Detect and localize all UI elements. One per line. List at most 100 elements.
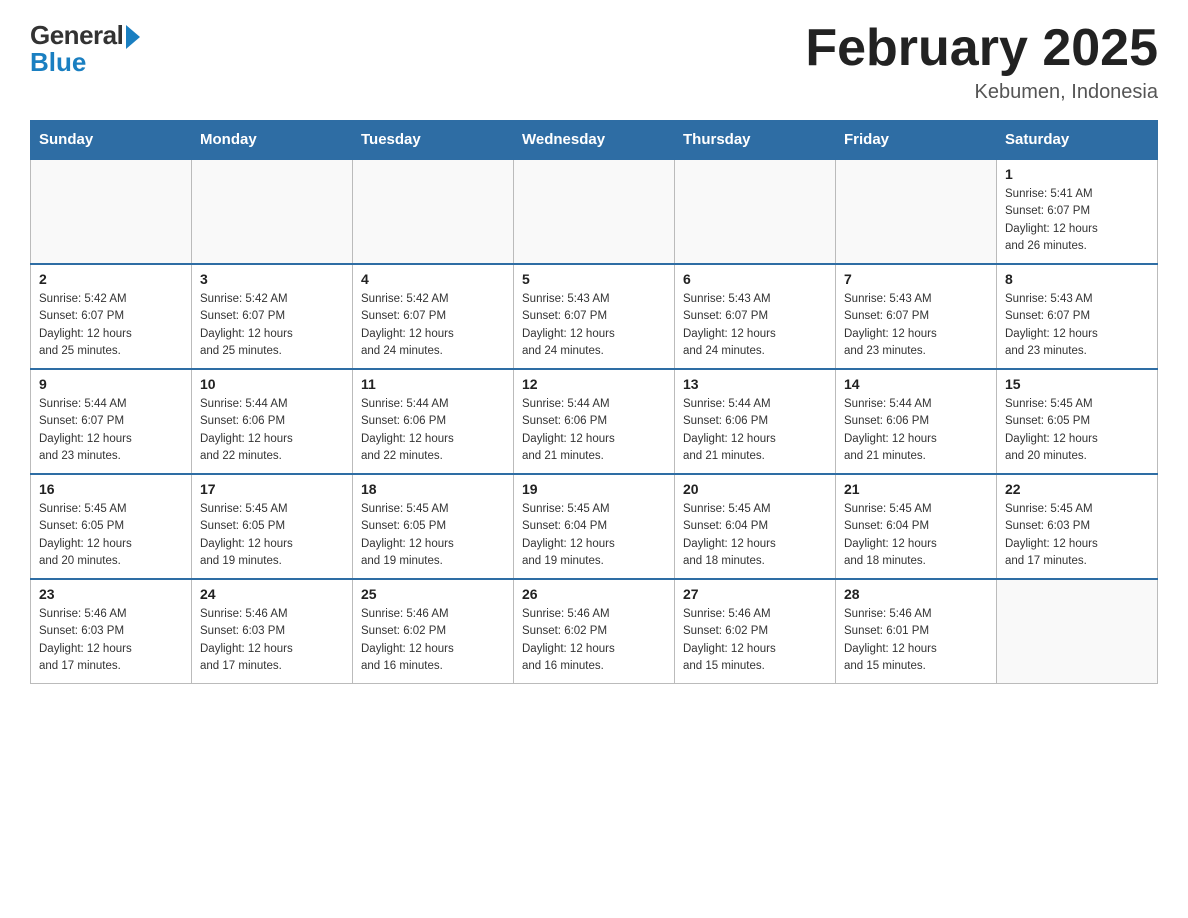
day-number: 16 (39, 481, 183, 497)
day-number: 21 (844, 481, 988, 497)
calendar-cell (675, 159, 836, 264)
calendar-cell (192, 159, 353, 264)
calendar-cell: 24 Sunrise: 5:46 AMSunset: 6:03 PMDayligh… (192, 579, 353, 684)
day-number: 20 (683, 481, 827, 497)
calendar-cell (836, 159, 997, 264)
day-info: Sunrise: 5:44 AMSunset: 6:06 PMDaylight:… (522, 396, 666, 465)
day-info: Sunrise: 5:45 AMSunset: 6:04 PMDaylight:… (844, 501, 988, 570)
calendar-cell: 18 Sunrise: 5:45 AMSunset: 6:05 PMDayligh… (353, 474, 514, 579)
calendar-cell: 7 Sunrise: 5:43 AMSunset: 6:07 PMDaylight… (836, 264, 997, 369)
weekday-header-tuesday: Tuesday (353, 121, 514, 160)
calendar-cell: 22 Sunrise: 5:45 AMSunset: 6:03 PMDayligh… (997, 474, 1158, 579)
calendar-cell: 25 Sunrise: 5:46 AMSunset: 6:02 PMDayligh… (353, 579, 514, 684)
calendar-header-row: SundayMondayTuesdayWednesdayThursdayFrid… (31, 121, 1158, 160)
day-number: 11 (361, 376, 505, 392)
page-header: General Blue February 2025 Kebumen, Indo… (30, 20, 1158, 104)
calendar-cell: 12Sunrise: 5:44 AMSunset: 6:06 PMDayligh… (514, 369, 675, 474)
day-number: 3 (200, 271, 344, 287)
day-number: 22 (1005, 481, 1149, 497)
calendar-cell (514, 159, 675, 264)
month-year-title: February 2025 (805, 20, 1158, 77)
weekday-header-wednesday: Wednesday (514, 121, 675, 160)
calendar-cell: 13 Sunrise: 5:44 AMSunset: 6:06 PMDayligh… (675, 369, 836, 474)
day-info: Sunrise: 5:46 AMSunset: 6:02 PMDaylight:… (683, 606, 827, 675)
day-number: 2 (39, 271, 183, 287)
calendar-cell: 19 Sunrise: 5:45 AMSunset: 6:04 PMDayligh… (514, 474, 675, 579)
calendar-cell (31, 159, 192, 264)
day-info: Sunrise: 5:44 AMSunset: 6:06 PMDaylight:… (361, 396, 505, 465)
calendar-cell: 6 Sunrise: 5:43 AMSunset: 6:07 PMDaylight… (675, 264, 836, 369)
calendar-cell: 15 Sunrise: 5:45 AMSunset: 6:05 PMDayligh… (997, 369, 1158, 474)
day-info: Sunrise: 5:46 AMSunset: 6:01 PMDaylight:… (844, 606, 988, 675)
day-number: 5 (522, 271, 666, 287)
calendar-week-row: 16 Sunrise: 5:45 AMSunset: 6:05 PMDayligh… (31, 474, 1158, 579)
weekday-header-thursday: Thursday (675, 121, 836, 160)
calendar-cell: 11 Sunrise: 5:44 AMSunset: 6:06 PMDayligh… (353, 369, 514, 474)
calendar-week-row: 23 Sunrise: 5:46 AMSunset: 6:03 PMDayligh… (31, 579, 1158, 684)
day-number: 18 (361, 481, 505, 497)
weekday-header-friday: Friday (836, 121, 997, 160)
calendar-cell (997, 579, 1158, 684)
day-info: Sunrise: 5:45 AMSunset: 6:05 PMDaylight:… (39, 501, 183, 570)
calendar-cell: 10Sunrise: 5:44 AMSunset: 6:06 PMDayligh… (192, 369, 353, 474)
calendar-cell: 5 Sunrise: 5:43 AMSunset: 6:07 PMDaylight… (514, 264, 675, 369)
calendar-table: SundayMondayTuesdayWednesdayThursdayFrid… (30, 120, 1158, 684)
calendar-cell: 23 Sunrise: 5:46 AMSunset: 6:03 PMDayligh… (31, 579, 192, 684)
calendar-cell: 28 Sunrise: 5:46 AMSunset: 6:01 PMDayligh… (836, 579, 997, 684)
day-number: 26 (522, 586, 666, 602)
day-info: Sunrise: 5:46 AMSunset: 6:03 PMDaylight:… (39, 606, 183, 675)
day-number: 13 (683, 376, 827, 392)
logo-arrow-icon (126, 25, 140, 49)
title-section: February 2025 Kebumen, Indonesia (805, 20, 1158, 104)
logo: General Blue (30, 20, 140, 78)
calendar-week-row: 9 Sunrise: 5:44 AMSunset: 6:07 PMDaylight… (31, 369, 1158, 474)
calendar-cell: 1 Sunrise: 5:41 AMSunset: 6:07 PMDaylight… (997, 159, 1158, 264)
calendar-cell: 3 Sunrise: 5:42 AMSunset: 6:07 PMDaylight… (192, 264, 353, 369)
calendar-cell: 2Sunrise: 5:42 AMSunset: 6:07 PMDaylight… (31, 264, 192, 369)
day-number: 1 (1005, 166, 1149, 182)
day-info: Sunrise: 5:46 AMSunset: 6:03 PMDaylight:… (200, 606, 344, 675)
day-info: Sunrise: 5:45 AMSunset: 6:05 PMDaylight:… (200, 501, 344, 570)
calendar-cell: 20 Sunrise: 5:45 AMSunset: 6:04 PMDayligh… (675, 474, 836, 579)
day-number: 28 (844, 586, 988, 602)
day-info: Sunrise: 5:43 AMSunset: 6:07 PMDaylight:… (683, 291, 827, 360)
calendar-cell (353, 159, 514, 264)
day-number: 10 (200, 376, 344, 392)
day-info: Sunrise: 5:43 AMSunset: 6:07 PMDaylight:… (522, 291, 666, 360)
location-subtitle: Kebumen, Indonesia (805, 81, 1158, 104)
day-info: Sunrise: 5:43 AMSunset: 6:07 PMDaylight:… (844, 291, 988, 360)
day-info: Sunrise: 5:45 AMSunset: 6:03 PMDaylight:… (1005, 501, 1149, 570)
day-info: Sunrise: 5:46 AMSunset: 6:02 PMDaylight:… (361, 606, 505, 675)
calendar-cell: 16 Sunrise: 5:45 AMSunset: 6:05 PMDayligh… (31, 474, 192, 579)
day-info: Sunrise: 5:41 AMSunset: 6:07 PMDaylight:… (1005, 186, 1149, 255)
day-info: Sunrise: 5:44 AMSunset: 6:07 PMDaylight:… (39, 396, 183, 465)
day-number: 4 (361, 271, 505, 287)
weekday-header-monday: Monday (192, 121, 353, 160)
day-info: Sunrise: 5:44 AMSunset: 6:06 PMDaylight:… (844, 396, 988, 465)
day-info: Sunrise: 5:45 AMSunset: 6:04 PMDaylight:… (683, 501, 827, 570)
calendar-cell: 8Sunrise: 5:43 AMSunset: 6:07 PMDaylight… (997, 264, 1158, 369)
weekday-header-saturday: Saturday (997, 121, 1158, 160)
day-number: 15 (1005, 376, 1149, 392)
day-number: 19 (522, 481, 666, 497)
day-number: 6 (683, 271, 827, 287)
day-number: 9 (39, 376, 183, 392)
day-number: 23 (39, 586, 183, 602)
day-info: Sunrise: 5:42 AMSunset: 6:07 PMDaylight:… (361, 291, 505, 360)
day-info: Sunrise: 5:42 AMSunset: 6:07 PMDaylight:… (200, 291, 344, 360)
day-number: 14 (844, 376, 988, 392)
day-info: Sunrise: 5:45 AMSunset: 6:05 PMDaylight:… (1005, 396, 1149, 465)
calendar-week-row: 1 Sunrise: 5:41 AMSunset: 6:07 PMDaylight… (31, 159, 1158, 264)
calendar-cell: 26 Sunrise: 5:46 AMSunset: 6:02 PMDayligh… (514, 579, 675, 684)
day-info: Sunrise: 5:45 AMSunset: 6:05 PMDaylight:… (361, 501, 505, 570)
calendar-cell: 17Sunrise: 5:45 AMSunset: 6:05 PMDayligh… (192, 474, 353, 579)
day-info: Sunrise: 5:43 AMSunset: 6:07 PMDaylight:… (1005, 291, 1149, 360)
day-number: 24 (200, 586, 344, 602)
day-info: Sunrise: 5:44 AMSunset: 6:06 PMDaylight:… (683, 396, 827, 465)
day-info: Sunrise: 5:45 AMSunset: 6:04 PMDaylight:… (522, 501, 666, 570)
day-info: Sunrise: 5:46 AMSunset: 6:02 PMDaylight:… (522, 606, 666, 675)
day-number: 7 (844, 271, 988, 287)
day-number: 27 (683, 586, 827, 602)
calendar-cell: 14 Sunrise: 5:44 AMSunset: 6:06 PMDayligh… (836, 369, 997, 474)
day-number: 25 (361, 586, 505, 602)
